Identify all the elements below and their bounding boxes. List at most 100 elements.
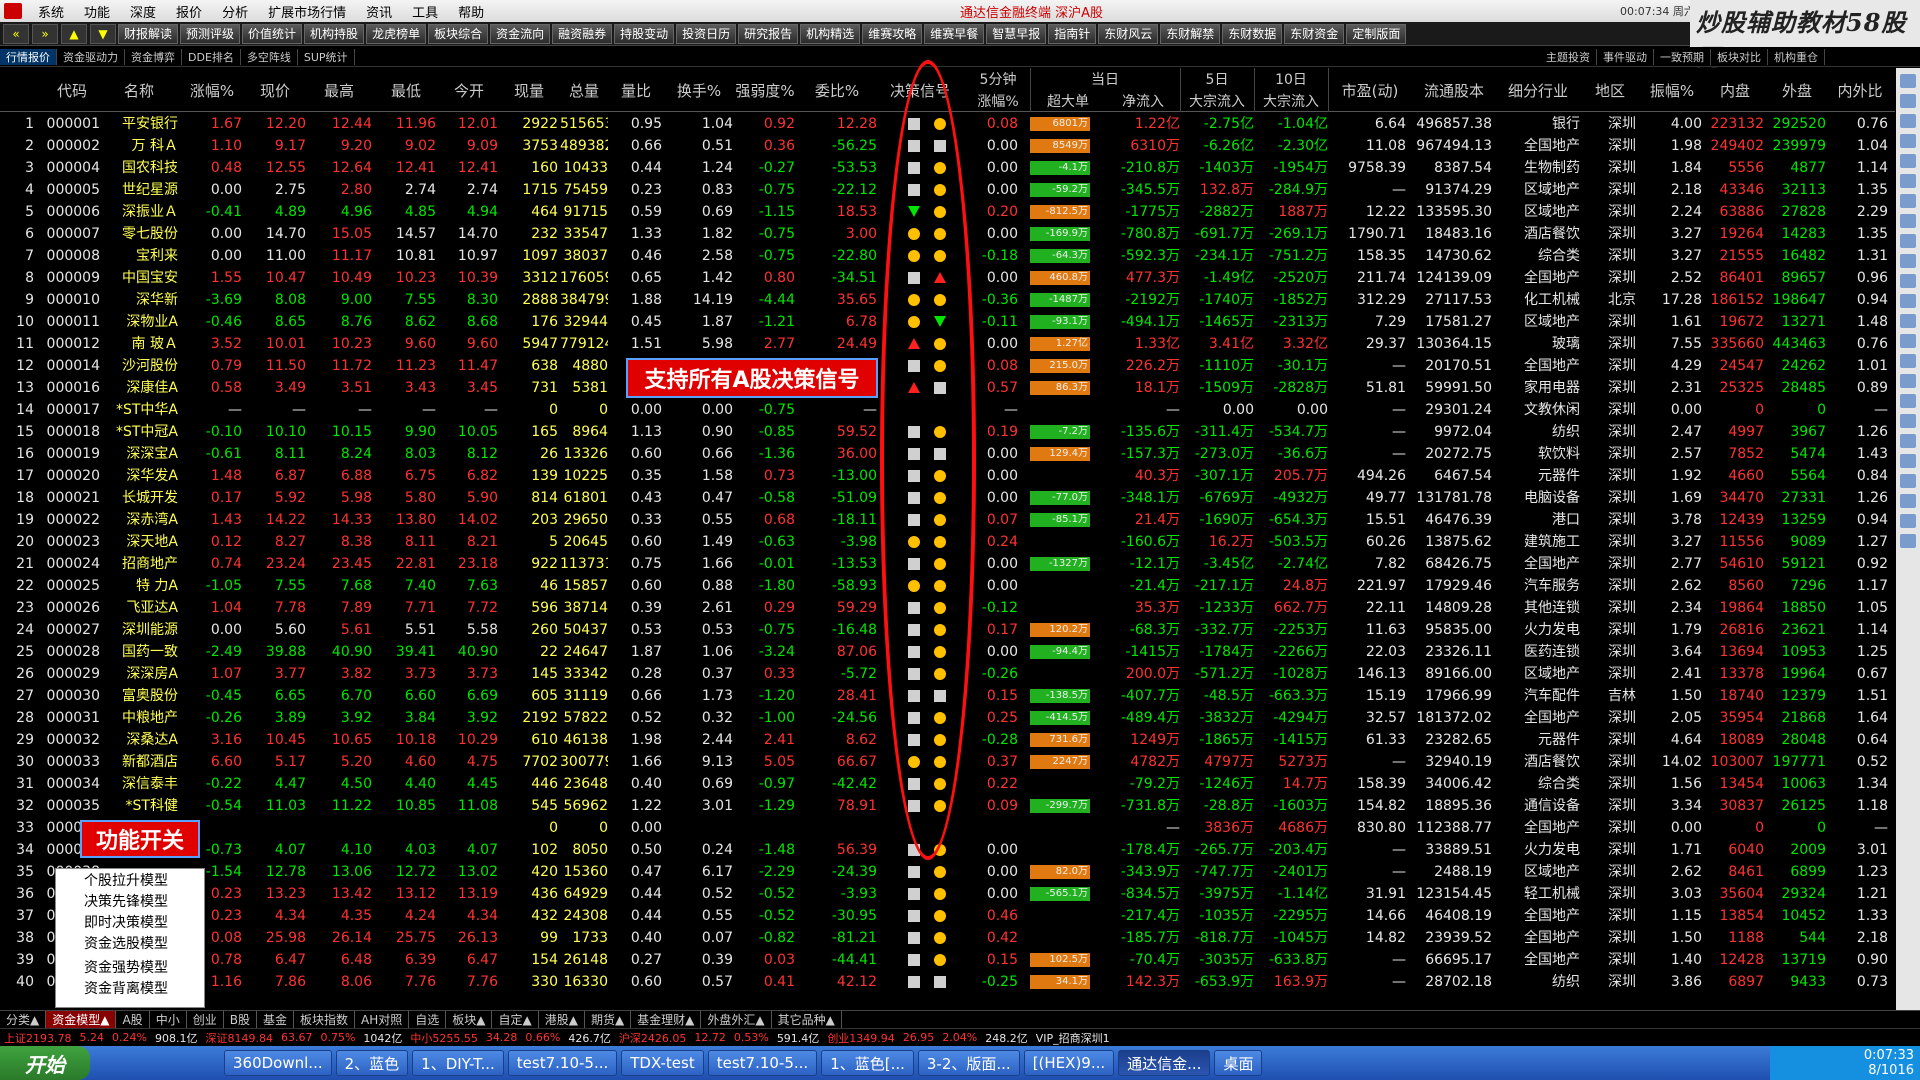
popup-menu-item[interactable]: 即时决策模型 [56, 913, 204, 934]
toolbar-button[interactable]: 投资日历 [676, 23, 737, 44]
sub-tab[interactable]: 资金驱动力 [57, 48, 125, 65]
sub-tab[interactable]: 主题投资 [1540, 48, 1597, 65]
column-header[interactable]: 今开 [440, 68, 498, 112]
start-button[interactable]: 开始 [0, 1046, 90, 1080]
menu-item[interactable]: 报价 [166, 2, 212, 21]
tool-icon[interactable] [1900, 114, 1916, 128]
table-row[interactable]: 9 000010 深华新 -3.69 8.08 9.00 7.55 8.30 2888 38479… [0, 289, 1895, 311]
column-header[interactable]: 涨幅% [966, 90, 1030, 112]
bottom-tab[interactable]: B股 [224, 1010, 257, 1029]
tool-icon[interactable] [1900, 194, 1916, 208]
sub-tab[interactable]: 多空阵线 [241, 48, 298, 65]
taskbar-item[interactable]: TDX-test [621, 1050, 704, 1076]
table-row[interactable]: 400000451.167.868.067.767.76330163300.60… [0, 971, 1895, 993]
toolbar-button[interactable]: 资金流向 [490, 23, 551, 44]
column-header[interactable]: 大宗流入 [1254, 90, 1328, 112]
tool-icon[interactable] [1900, 74, 1916, 88]
nav-arrow-icon[interactable]: « [3, 23, 29, 44]
tool-icon[interactable] [1900, 454, 1916, 468]
sub-tab[interactable]: 事件驱动 [1597, 48, 1654, 65]
toolbar-button[interactable]: 财报解读 [118, 23, 179, 44]
table-row[interactable]: 10 000011 深物业A -0.46 8.65 8.76 8.62 8.68 176 3294… [0, 311, 1895, 333]
bottom-tab[interactable]: 港股▲ [539, 1010, 585, 1029]
menu-item[interactable]: 扩展市场行情 [258, 2, 356, 21]
toolbar-button[interactable]: 研究报告 [738, 23, 799, 44]
tool-icon[interactable] [1900, 154, 1916, 168]
column-header[interactable]: 大宗流入 [1180, 90, 1254, 112]
menu-item[interactable]: 资讯 [356, 2, 402, 21]
table-row[interactable]: 35000038-1.5412.7813.0612.7213.024201536… [0, 861, 1895, 883]
toolbar-button[interactable]: 东财资金 [1284, 23, 1345, 44]
tool-icon[interactable] [1900, 434, 1916, 448]
table-row[interactable]: 19 000022 深赤湾A 1.43 14.22 14.33 13.80 14.02 203 2… [0, 509, 1895, 531]
table-row[interactable]: 380000420.0825.9826.1425.7526.139917330.… [0, 927, 1895, 949]
popup-menu-item[interactable]: 决策先锋模型 [56, 892, 204, 913]
tool-icon[interactable] [1900, 354, 1916, 368]
column-header[interactable]: 净流入 [1106, 90, 1180, 112]
bottom-tab[interactable]: 板块指数 [294, 1010, 355, 1029]
bottom-tab[interactable]: 板块▲ [446, 1010, 493, 1029]
bottom-tab[interactable]: 自选 [409, 1010, 447, 1029]
toolbar-button[interactable]: 预测评级 [180, 23, 241, 44]
table-row[interactable]: 25 000028 国药一致 -2.49 39.88 40.90 39.41 40.90 22 2… [0, 641, 1895, 663]
popup-menu-item[interactable]: 资金强势模型 [56, 958, 204, 979]
table-row[interactable]: 17 000020 深华发A 1.48 6.87 6.88 6.75 6.82 139 10225… [0, 465, 1895, 487]
table-row[interactable]: 21 000024 招商地产 0.74 23.24 23.45 22.81 23.18 922 1… [0, 553, 1895, 575]
toolbar-button[interactable]: 维赛攻略 [862, 23, 923, 44]
table-row[interactable]: 13 000016 深康佳A 0.58 3.49 3.51 3.43 3.45 731 5381 0… [0, 377, 1895, 399]
sub-tab[interactable]: 机构重仓 [1768, 48, 1825, 65]
menu-item[interactable]: 分析 [212, 2, 258, 21]
taskbar-item[interactable]: 桌面 [1214, 1050, 1263, 1076]
toolbar-button[interactable]: 融资融券 [552, 23, 613, 44]
toolbar-button[interactable]: 东财解禁 [1160, 23, 1221, 44]
table-row[interactable]: 32 000035 *ST科健 -0.54 11.03 11.22 10.85 11.08 54… [0, 795, 1895, 817]
table-row[interactable]: 24 000027 深圳能源 0.00 5.60 5.61 5.51 5.58 260 50437… [0, 619, 1895, 641]
toolbar-button[interactable]: 东财风云 [1098, 23, 1159, 44]
column-header[interactable]: 流通股本 [1412, 68, 1496, 112]
toolbar-button[interactable]: 指南针 [1048, 23, 1097, 44]
column-header[interactable]: 内外比 [1828, 68, 1892, 112]
taskbar-item[interactable]: 3-2、版面... [917, 1050, 1020, 1076]
table-row[interactable]: 28 000031 中粮地产 -0.26 3.89 3.92 3.84 3.92 2192 578… [0, 707, 1895, 729]
bottom-tab[interactable]: 资金模型▲ [46, 1010, 117, 1029]
menu-item[interactable]: 帮助 [448, 2, 494, 21]
toolbar-button[interactable]: 机构精选 [800, 23, 861, 44]
tool-icon[interactable] [1900, 294, 1916, 308]
sub-tab[interactable]: 一致预期 [1654, 48, 1711, 65]
table-row[interactable]: 18 000021 长城开发 0.17 5.92 5.98 5.80 5.90 814 61801… [0, 487, 1895, 509]
tool-icon[interactable] [1900, 474, 1916, 488]
column-header[interactable]: 市盈(动) [1328, 68, 1412, 112]
column-header[interactable]: 量比 [610, 68, 662, 112]
table-row[interactable]: 370000400.234.344.354.244.34432243080.44… [0, 905, 1895, 927]
table-row[interactable]: 390000430.786.476.486.396.47154261480.27… [0, 949, 1895, 971]
table-row[interactable]: 1 000001 平安银行 1.67 12.20 12.44 11.96 12.01 2922 5… [0, 113, 1895, 135]
table-row[interactable]: 27 000030 富奥股份 -0.45 6.65 6.70 6.60 6.69 605 3111… [0, 685, 1895, 707]
tool-icon[interactable] [1900, 254, 1916, 268]
toolbar-button[interactable]: 板块综合 [428, 23, 489, 44]
bottom-tab[interactable]: 其它品种▲ [772, 1010, 842, 1029]
sub-tab[interactable]: DDE排名 [182, 48, 241, 65]
table-row[interactable]: 11 000012 南 玻Ａ 3.52 10.01 10.23 9.60 9.60 5947 77… [0, 333, 1895, 355]
tool-icon[interactable] [1900, 234, 1916, 248]
sub-tab[interactable]: 行情报价 [0, 48, 57, 65]
column-header[interactable]: 细分行业 [1496, 68, 1580, 112]
table-row[interactable]: 29 000032 深桑达A 3.16 10.45 10.65 10.18 10.29 610 4… [0, 729, 1895, 751]
column-header[interactable]: 强弱度% [735, 68, 795, 112]
table-row[interactable]: 30 000033 新都酒店 6.60 5.17 5.20 4.60 4.75 7702 3007… [0, 751, 1895, 773]
taskbar-item[interactable]: test7.10-5... [707, 1050, 818, 1076]
table-row[interactable]: 360000390.2313.2313.4213.1213.1943664929… [0, 883, 1895, 905]
toolbar-button[interactable]: 智慧早报 [986, 23, 1047, 44]
bottom-tab[interactable]: 外盘外汇▲ [701, 1010, 772, 1029]
popup-menu-item[interactable]: 资金选股模型 [56, 934, 204, 955]
tool-icon[interactable] [1900, 314, 1916, 328]
bottom-tab[interactable]: AH对照 [355, 1010, 410, 1029]
column-header[interactable]: 现量 [500, 68, 558, 112]
sub-tab[interactable]: 板块对比 [1711, 48, 1768, 65]
taskbar-item[interactable]: 360Downl... [224, 1050, 332, 1076]
sub-tab[interactable]: SUP统计 [298, 48, 355, 65]
toolbar-button[interactable]: 价值统计 [242, 23, 303, 44]
toolbar-button[interactable]: 龙虎榜单 [366, 23, 427, 44]
bottom-tab[interactable]: 分类▲ [0, 1010, 47, 1029]
column-header[interactable]: 当日 [1030, 68, 1180, 90]
column-header[interactable]: 最低 [376, 68, 436, 112]
